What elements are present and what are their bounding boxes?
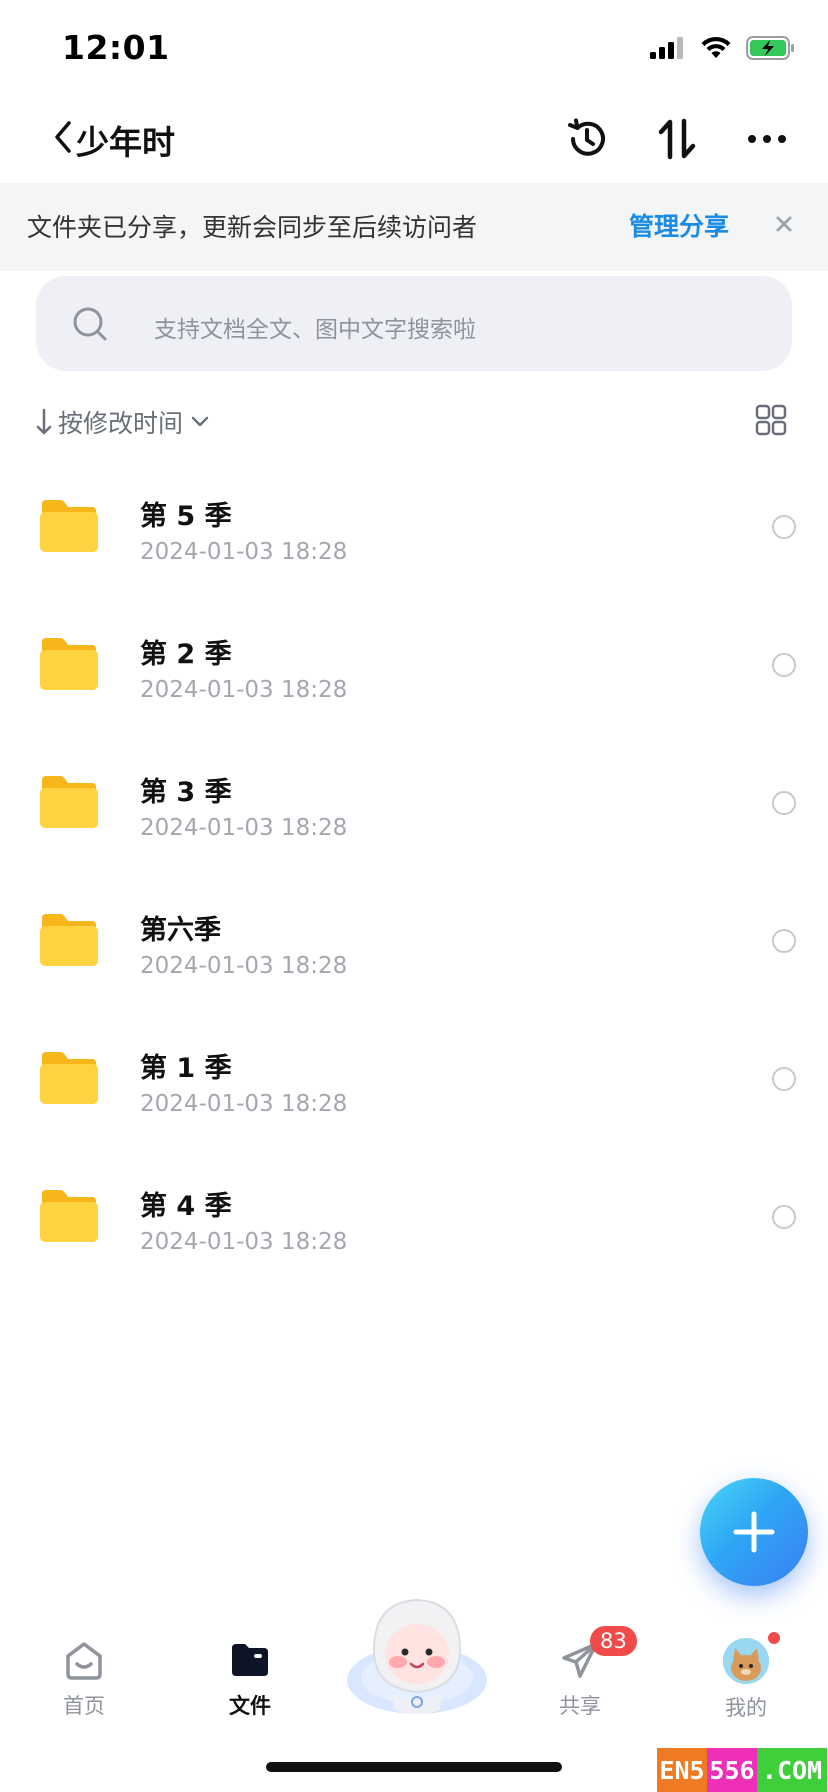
tab-label: 文件 <box>229 1694 271 1718</box>
file-name: 第 4 季 <box>140 1191 232 1222</box>
list-item[interactable]: 第 4 季 2024-01-03 18:28 <box>0 1148 828 1286</box>
close-icon <box>776 216 792 232</box>
tab-label: 首页 <box>63 1694 105 1718</box>
list-item[interactable]: 第 5 季 2024-01-03 18:28 <box>0 458 828 596</box>
file-name: 第 2 季 <box>140 639 232 670</box>
home-indicator <box>266 1762 562 1772</box>
home-icon <box>66 1642 102 1680</box>
select-radio[interactable] <box>772 1205 796 1229</box>
transfer-icon <box>658 118 696 160</box>
file-list: 第 5 季 2024-01-03 18:28 第 2 季 2024-01-03 … <box>0 458 828 1286</box>
back-button[interactable] <box>48 112 78 162</box>
history-button[interactable] <box>562 114 612 164</box>
file-date: 2024-01-03 18:28 <box>140 1229 348 1255</box>
tab-home[interactable]: 首页 <box>34 1638 134 1720</box>
nav-bar: 少年时 <box>0 100 828 182</box>
tab-label: 共享 <box>559 1694 601 1718</box>
share-banner-message: 文件夹已分享，更新会同步至后续访问者 <box>27 213 478 242</box>
sort-transfer-button[interactable] <box>652 114 702 164</box>
cellular-signal-icon <box>650 37 683 59</box>
list-item[interactable]: 第六季 2024-01-03 18:28 <box>0 872 828 1010</box>
nav-actions <box>562 114 792 164</box>
file-date: 2024-01-03 18:28 <box>140 539 348 565</box>
select-radio[interactable] <box>772 653 796 677</box>
page-title: 少年时 <box>76 123 175 162</box>
file-date: 2024-01-03 18:28 <box>140 677 348 703</box>
tab-files[interactable]: 文件 <box>200 1638 300 1720</box>
share-count-badge: 83 <box>590 1626 637 1656</box>
avatar-cat-icon <box>723 1638 769 1684</box>
status-bar: 12:01 <box>0 0 828 100</box>
more-icon <box>748 135 786 143</box>
file-name: 第六季 <box>140 915 221 946</box>
watermark: EN5 556 .COM <box>657 1748 827 1792</box>
search-input[interactable]: 支持文档全文、图中文字搜索啦 <box>36 276 792 371</box>
search-icon <box>73 307 107 341</box>
search-placeholder: 支持文档全文、图中文字搜索啦 <box>154 317 476 343</box>
select-radio[interactable] <box>772 791 796 815</box>
file-name: 第 5 季 <box>140 501 232 532</box>
notification-dot <box>766 1630 782 1646</box>
watermark-part-3: .COM <box>757 1748 827 1792</box>
folder-icon <box>40 776 98 828</box>
chevron-down-icon <box>191 416 209 427</box>
tab-mine[interactable]: 我的 <box>696 1630 796 1722</box>
plus-icon <box>733 1511 775 1553</box>
list-item[interactable]: 第 2 季 2024-01-03 18:28 <box>0 596 828 734</box>
wifi-icon <box>701 36 731 58</box>
sort-label: 按修改时间 <box>58 409 184 438</box>
grid-view-icon[interactable] <box>755 404 787 436</box>
folder-icon <box>40 1190 98 1242</box>
more-button[interactable] <box>742 114 792 164</box>
status-time: 12:01 <box>62 28 170 67</box>
tab-bar: 首页 文件 83 共享 我的 <box>0 1600 828 1725</box>
folder-icon <box>40 1052 98 1104</box>
file-date: 2024-01-03 18:28 <box>140 1091 348 1117</box>
file-date: 2024-01-03 18:28 <box>140 953 348 979</box>
select-radio[interactable] <box>772 515 796 539</box>
list-item[interactable]: 第 1 季 2024-01-03 18:28 <box>0 1010 828 1148</box>
avatar <box>723 1638 769 1684</box>
status-icons <box>650 36 796 60</box>
list-item[interactable]: 第 3 季 2024-01-03 18:28 <box>0 734 828 872</box>
folder-icon <box>232 1644 268 1676</box>
tab-share[interactable]: 83 共享 <box>530 1626 637 1720</box>
watermark-part-2: 556 <box>707 1748 757 1792</box>
add-button[interactable] <box>700 1478 808 1586</box>
tab-label: 我的 <box>725 1696 767 1720</box>
arrow-down-icon <box>36 408 52 435</box>
folder-icon <box>40 914 98 966</box>
manage-share-link[interactable]: 管理分享 <box>629 207 729 243</box>
select-radio[interactable] <box>772 929 796 953</box>
folder-icon <box>40 500 98 552</box>
file-name: 第 3 季 <box>140 777 232 808</box>
file-name: 第 1 季 <box>140 1053 232 1084</box>
chevron-left-icon <box>55 121 71 153</box>
battery-charging-icon <box>746 36 794 60</box>
history-icon <box>568 118 605 156</box>
watermark-part-1: EN5 <box>657 1748 707 1792</box>
file-date: 2024-01-03 18:28 <box>140 815 348 841</box>
select-radio[interactable] <box>772 1067 796 1091</box>
share-banner: 文件夹已分享，更新会同步至后续访问者 管理分享 <box>0 183 828 271</box>
sort-selector[interactable]: 按修改时间 <box>36 402 209 442</box>
folder-icon <box>40 638 98 690</box>
close-banner-button[interactable] <box>772 209 796 239</box>
